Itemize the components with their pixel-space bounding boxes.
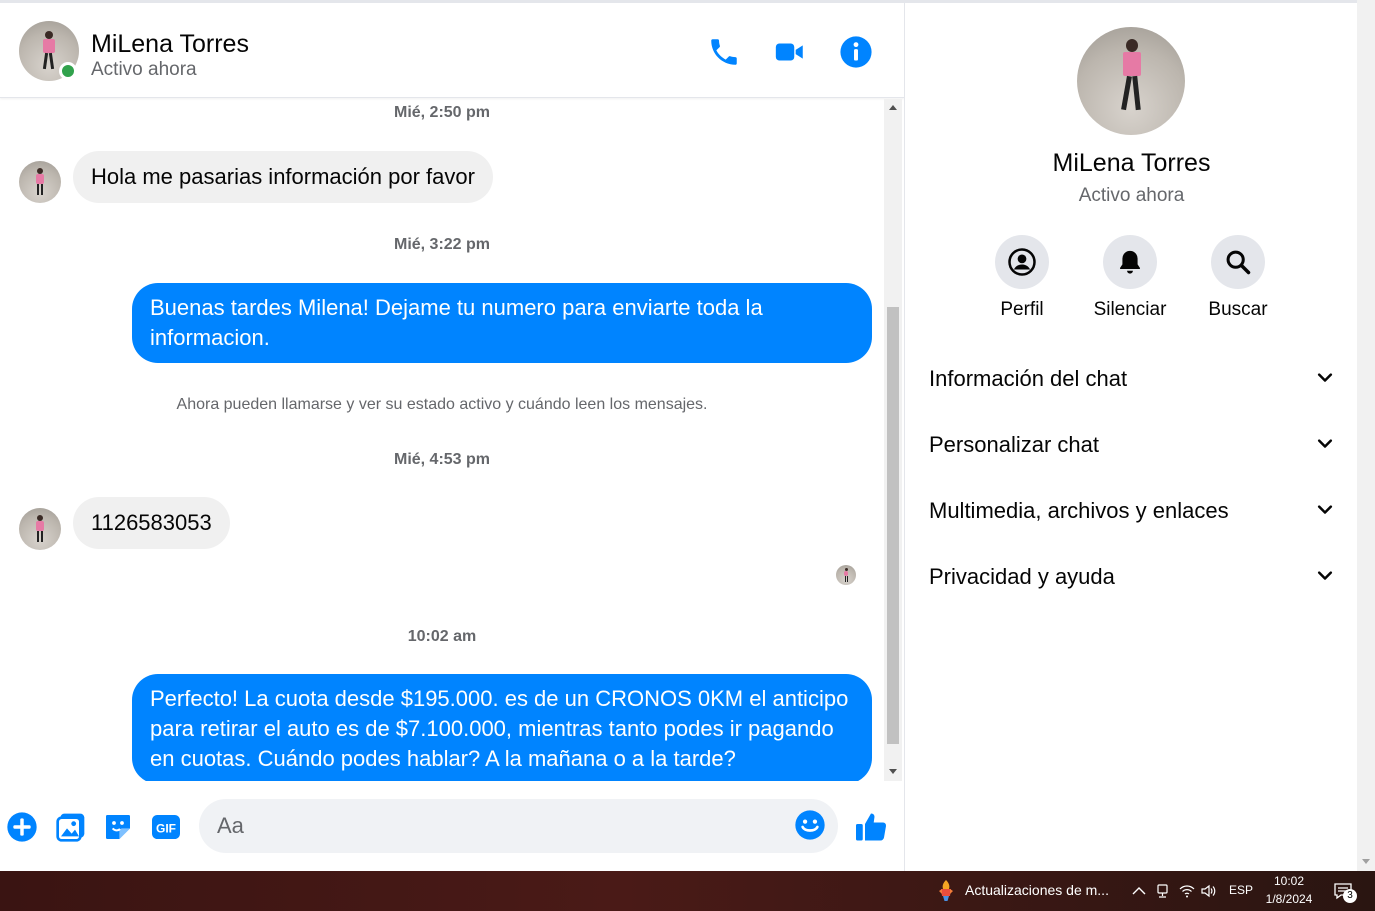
scroll-down-arrow[interactable] (1362, 859, 1370, 864)
composer-bar: GIF (0, 785, 904, 871)
message-input[interactable] (199, 799, 838, 853)
taskbar-clock-time[interactable]: 10:02 (1262, 874, 1316, 888)
chat-details-panel: MiLena Torres Activo ahora Perfil Silenc… (904, 0, 1357, 871)
page-scrollbar[interactable] (1357, 0, 1375, 871)
search-button[interactable]: Buscar (1188, 235, 1288, 321)
info-icon[interactable] (839, 35, 873, 69)
seen-receipt-avatar (836, 565, 856, 585)
gif-icon[interactable]: GIF (150, 811, 182, 843)
emoji-icon[interactable] (794, 809, 826, 841)
outgoing-message[interactable]: Perfecto! La cuota desde $195.000. es de… (132, 674, 872, 781)
chevron-down-icon (1317, 505, 1333, 514)
gif-label: GIF (156, 822, 176, 836)
wifi-icon[interactable] (1178, 882, 1196, 900)
message-avatar (19, 161, 61, 203)
profile-icon (995, 235, 1049, 289)
chat-panel: MiLena Torres Activo ahora Mié, 2:50 pm (0, 0, 904, 871)
timestamp: Mié, 3:22 pm (393, 236, 491, 253)
details-contact-name: MiLena Torres (1052, 149, 1211, 177)
taskbar-update-label: Actualizaciones de m... (965, 882, 1109, 898)
online-status-dot (59, 62, 77, 80)
outgoing-message[interactable]: Buenas tardes Milena! Dejame tu numero p… (132, 283, 872, 363)
scroll-up-arrow[interactable] (889, 105, 897, 110)
incoming-message[interactable]: 1126583053 (73, 497, 230, 549)
message-scrollbar[interactable] (884, 99, 902, 781)
video-icon[interactable] (773, 35, 807, 69)
mute-label: Silenciar (1093, 299, 1167, 320)
section-media-files-links[interactable]: Multimedia, archivos y enlaces (929, 492, 1335, 532)
incoming-message[interactable]: Hola me pasarias información por favor (73, 151, 493, 203)
details-avatar[interactable] (1077, 27, 1185, 135)
volume-icon[interactable] (1200, 882, 1218, 900)
section-title: Privacidad y ayuda (929, 564, 1115, 589)
timestamp: Mié, 2:50 pm (393, 104, 491, 121)
section-title: Información del chat (929, 366, 1128, 391)
chevron-down-icon (1317, 439, 1333, 448)
search-label: Buscar (1208, 299, 1268, 320)
profile-button[interactable]: Perfil (972, 235, 1072, 321)
section-title: Multimedia, archivos y enlaces (929, 498, 1229, 523)
section-title: Personalizar chat (929, 432, 1099, 457)
notification-count-badge: 3 (1343, 889, 1357, 903)
mute-button[interactable]: Silenciar (1080, 235, 1180, 321)
image-icon[interactable] (55, 811, 87, 843)
section-chat-info[interactable]: Información del chat (929, 360, 1335, 400)
profile-label: Perfil (1000, 299, 1044, 320)
search-icon (1211, 235, 1265, 289)
chevron-up-icon[interactable] (1130, 882, 1148, 900)
bell-icon (1103, 235, 1157, 289)
chevron-down-icon (1317, 373, 1333, 382)
chevron-down-icon (1317, 571, 1333, 580)
update-app-icon (939, 880, 953, 901)
timestamp: Mié, 4:53 pm (393, 451, 491, 468)
section-customize-chat[interactable]: Personalizar chat (929, 426, 1335, 466)
os-taskbar: Actualizaciones de m... ESP 10:02 1/8/20… (0, 871, 1375, 911)
message-avatar (19, 508, 61, 550)
chat-header: MiLena Torres Activo ahora (0, 0, 904, 98)
scroll-thumb[interactable] (887, 307, 899, 744)
message-list[interactable]: Mié, 2:50 pm Hola me pasarias informació… (0, 99, 884, 781)
contact-status: Activo ahora (91, 59, 197, 80)
taskbar-clock-date[interactable]: 1/8/2024 (1262, 892, 1316, 906)
like-icon[interactable] (853, 809, 889, 845)
language-indicator[interactable]: ESP (1229, 883, 1253, 897)
scroll-down-arrow[interactable] (889, 769, 897, 774)
system-notice: Ahora pueden llamarse y ver su estado ac… (176, 396, 708, 413)
sticker-icon[interactable] (102, 811, 134, 843)
section-privacy-help[interactable]: Privacidad y ayuda (929, 558, 1335, 598)
phone-icon[interactable] (707, 35, 741, 69)
meet-now-icon[interactable] (1154, 882, 1172, 900)
app-window: MiLena Torres Activo ahora Mié, 2:50 pm (0, 0, 1375, 911)
timestamp: 10:02 am (407, 628, 477, 645)
details-contact-status: Activo ahora (1078, 185, 1185, 206)
plus-icon[interactable] (6, 811, 38, 843)
contact-name[interactable]: MiLena Torres (91, 30, 249, 59)
